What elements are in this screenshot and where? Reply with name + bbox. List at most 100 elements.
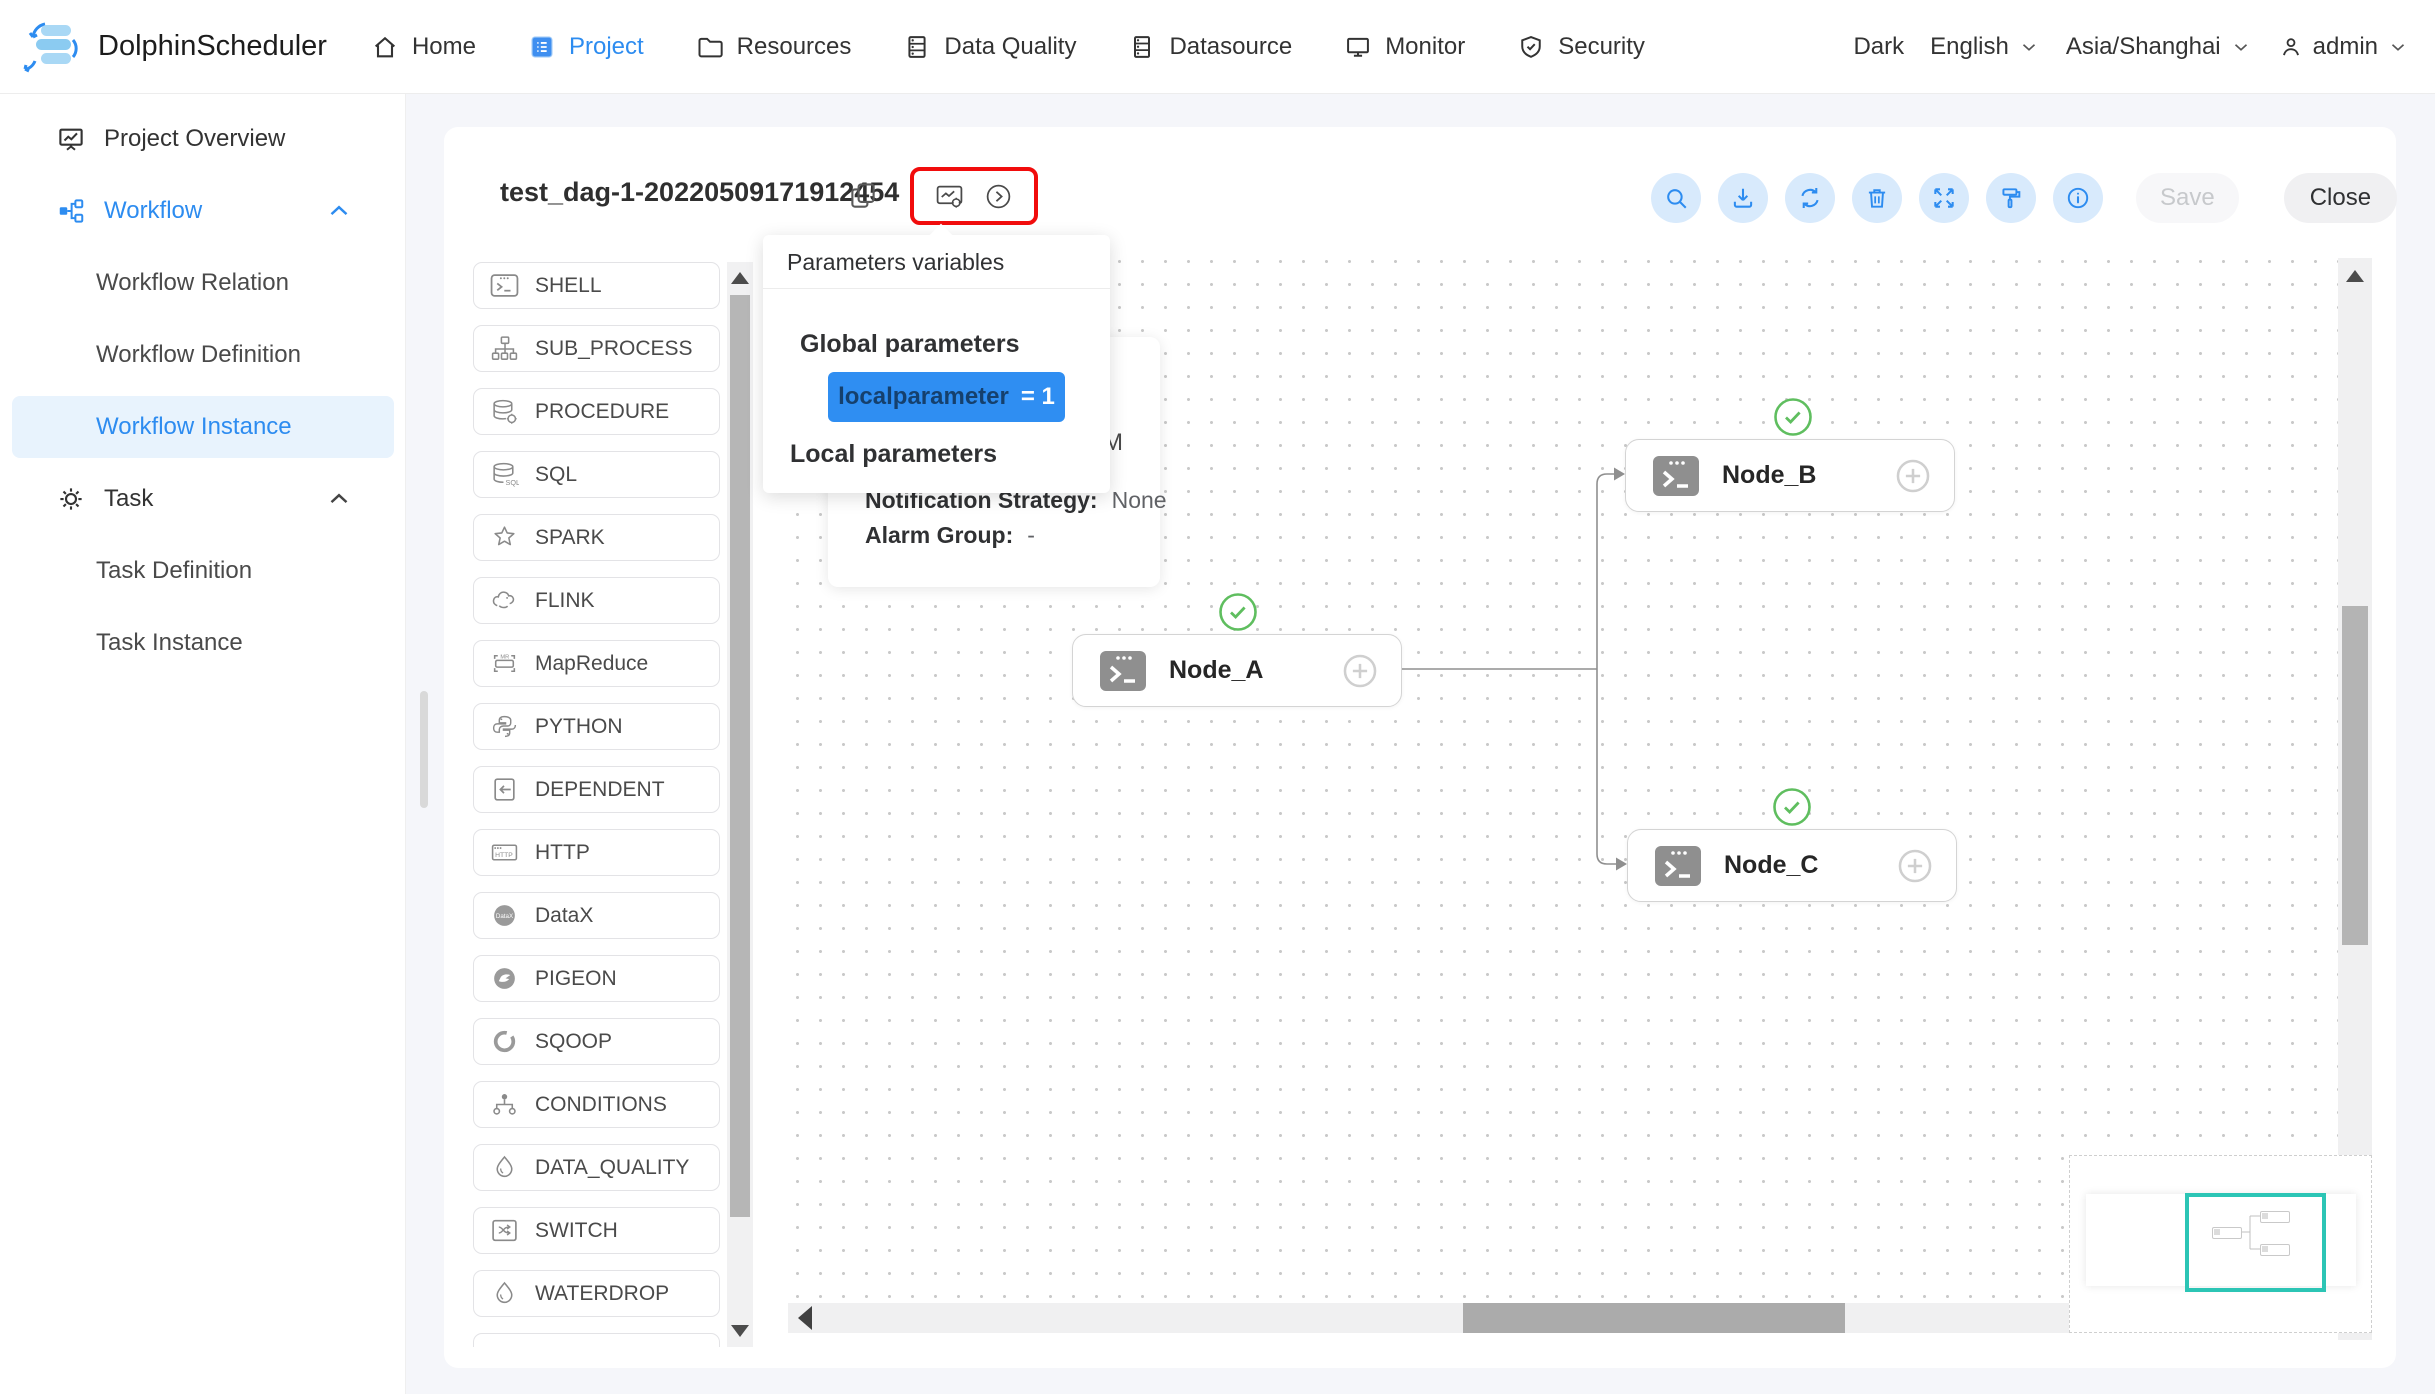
palette-item-sql[interactable]: SQLSQL — [473, 451, 720, 498]
nav-item-resources[interactable]: Resources — [696, 33, 852, 61]
palette-item-http[interactable]: HTTPHTTP — [473, 829, 720, 876]
palette-scrollbar[interactable] — [727, 262, 753, 1347]
palette-item-flink[interactable]: FLINK — [473, 577, 720, 624]
palette-item-conditions[interactable]: CONDITIONS — [473, 1081, 720, 1128]
palette-item-sub-process[interactable]: SUB_PROCESS — [473, 325, 720, 372]
palette-item-label: SUB_PROCESS — [535, 337, 693, 361]
dag-node-b[interactable]: Node_B — [1625, 439, 1955, 512]
delete-button[interactable] — [1852, 173, 1902, 223]
palette-item-switch[interactable]: SWITCH — [473, 1207, 720, 1254]
node-connect-plus-icon[interactable] — [1894, 457, 1932, 495]
search-icon — [1663, 185, 1689, 211]
chevron-down-icon — [2230, 36, 2252, 58]
sidebar-item-label: Workflow Definition — [96, 341, 301, 369]
vertical-scrollbar-thumb[interactable] — [2342, 606, 2368, 945]
palette-item-label: DEPENDENT — [535, 778, 665, 802]
waterdrop-icon — [490, 1280, 519, 1307]
user-menu[interactable]: admin — [2278, 33, 2409, 61]
nav-item-label: Resources — [737, 33, 852, 61]
success-check-icon — [1773, 397, 1813, 437]
sidebar-item-workflow-definition[interactable]: Workflow Definition — [0, 332, 406, 378]
save-button[interactable]: Save — [2136, 173, 2239, 223]
palette-item-waterdrop[interactable]: WATERDROP — [473, 1270, 720, 1317]
sidebar-item-task[interactable]: Task — [0, 476, 406, 522]
format-button[interactable] — [1986, 173, 2036, 223]
palette-item-spark[interactable]: SPARK — [473, 514, 720, 561]
nav-item-home[interactable]: Home — [371, 33, 476, 61]
info-button[interactable] — [2053, 173, 2103, 223]
palette-scrollbar-thumb[interactable] — [730, 295, 750, 1217]
sql-icon: SQL — [490, 461, 519, 488]
sidebar-item-label: Task Definition — [96, 557, 252, 585]
palette-item-datax[interactable]: DataXDataX — [473, 892, 720, 939]
data-quality-icon — [903, 33, 931, 61]
palette-item-pigeon[interactable]: PIGEON — [473, 955, 720, 1002]
palette-item-data-quality[interactable]: DATA_QUALITY — [473, 1144, 720, 1191]
fullscreen-button[interactable] — [1919, 173, 1969, 223]
sidebar-item-project-overview[interactable]: Project Overview — [0, 116, 406, 162]
palette-item-label: SHELL — [535, 274, 602, 298]
sidebar-item-task-definition[interactable]: Task Definition — [0, 548, 406, 594]
search-button[interactable] — [1651, 173, 1701, 223]
close-button[interactable]: Close — [2284, 173, 2397, 223]
refresh-button[interactable] — [1785, 173, 1835, 223]
palette-item-shell[interactable]: SHELL — [473, 262, 720, 309]
nav-item-label: Home — [412, 33, 476, 61]
palette-item-sqoop[interactable]: SQOOP — [473, 1018, 720, 1065]
nav-item-security[interactable]: Security — [1517, 33, 1645, 61]
dependent-icon — [490, 776, 519, 803]
circle-arrow-right-icon[interactable] — [984, 182, 1013, 211]
scroll-left-arrow-icon[interactable] — [798, 1306, 812, 1330]
palette-item-label: CONDITIONS — [535, 1093, 667, 1117]
sidebar-item-label: Project Overview — [104, 125, 285, 153]
palette-item-procedure[interactable]: PROCEDURE — [473, 388, 720, 435]
sidebar-item-workflow[interactable]: Workflow — [0, 188, 406, 234]
mapreduce-icon: MR — [490, 650, 519, 677]
chevron-up-icon — [324, 196, 354, 226]
scroll-up-arrow-icon[interactable] — [731, 272, 749, 284]
scroll-down-arrow-icon[interactable] — [731, 1325, 749, 1337]
node-connect-plus-icon[interactable] — [1341, 652, 1379, 690]
local-parameters-heading: Local parameters — [790, 440, 997, 469]
dag-minimap[interactable] — [2069, 1155, 2372, 1333]
refresh-icon — [1797, 185, 1823, 211]
sub-process-icon — [490, 335, 519, 362]
parameter-chip: localparameter = 1 — [828, 372, 1065, 422]
download-button[interactable] — [1718, 173, 1768, 223]
copy-icon[interactable] — [848, 180, 878, 210]
sidebar-resize-handle[interactable] — [420, 691, 428, 808]
nav-item-data-quality[interactable]: Data Quality — [903, 33, 1076, 61]
workflow-icon — [56, 196, 86, 226]
python-icon — [490, 713, 519, 740]
horizontal-scrollbar-thumb[interactable] — [1463, 1303, 1845, 1333]
node-connect-plus-icon[interactable] — [1896, 847, 1934, 885]
minimap-viewport[interactable] — [2185, 1193, 2326, 1292]
nav-item-datasource[interactable]: Datasource — [1128, 33, 1292, 61]
sidebar-item-label: Task Instance — [96, 629, 243, 657]
dag-node-a[interactable]: Node_A — [1072, 634, 1402, 707]
download-icon — [1730, 185, 1756, 211]
language-select[interactable]: English — [1930, 33, 2040, 61]
nav-item-project[interactable]: Project — [528, 33, 644, 61]
svg-text:HTTP: HTTP — [495, 852, 513, 859]
palette-item-mapreduce[interactable]: MRMapReduce — [473, 640, 720, 687]
timezone-select[interactable]: Asia/Shanghai — [2066, 33, 2252, 61]
canvas-horizontal-scrollbar[interactable] — [788, 1303, 2069, 1333]
theme-toggle[interactable]: Dark — [1853, 33, 1904, 61]
sidebar-item-task-instance[interactable]: Task Instance — [0, 620, 406, 666]
palette-item-label: DataX — [535, 904, 593, 928]
palette-item-partial[interactable] — [473, 1333, 720, 1347]
dag-node-c[interactable]: Node_C — [1627, 829, 1957, 902]
popup-title: Parameters variables — [763, 235, 1110, 289]
parameters-variables-icon[interactable] — [935, 182, 964, 211]
brand-logo[interactable]: DolphinScheduler — [0, 19, 327, 75]
sidebar-item-workflow-instance[interactable]: Workflow Instance — [12, 396, 394, 458]
nav-item-label: Security — [1558, 33, 1645, 61]
scroll-up-arrow-icon[interactable] — [2346, 270, 2364, 282]
palette-item-python[interactable]: PYTHON — [473, 703, 720, 750]
nav-item-monitor[interactable]: Monitor — [1344, 33, 1465, 61]
palette-item-dependent[interactable]: DEPENDENT — [473, 766, 720, 813]
folder-icon — [696, 33, 724, 61]
tooltip-row: Alarm Group:- — [865, 522, 1035, 549]
sidebar-item-workflow-relation[interactable]: Workflow Relation — [0, 260, 406, 306]
